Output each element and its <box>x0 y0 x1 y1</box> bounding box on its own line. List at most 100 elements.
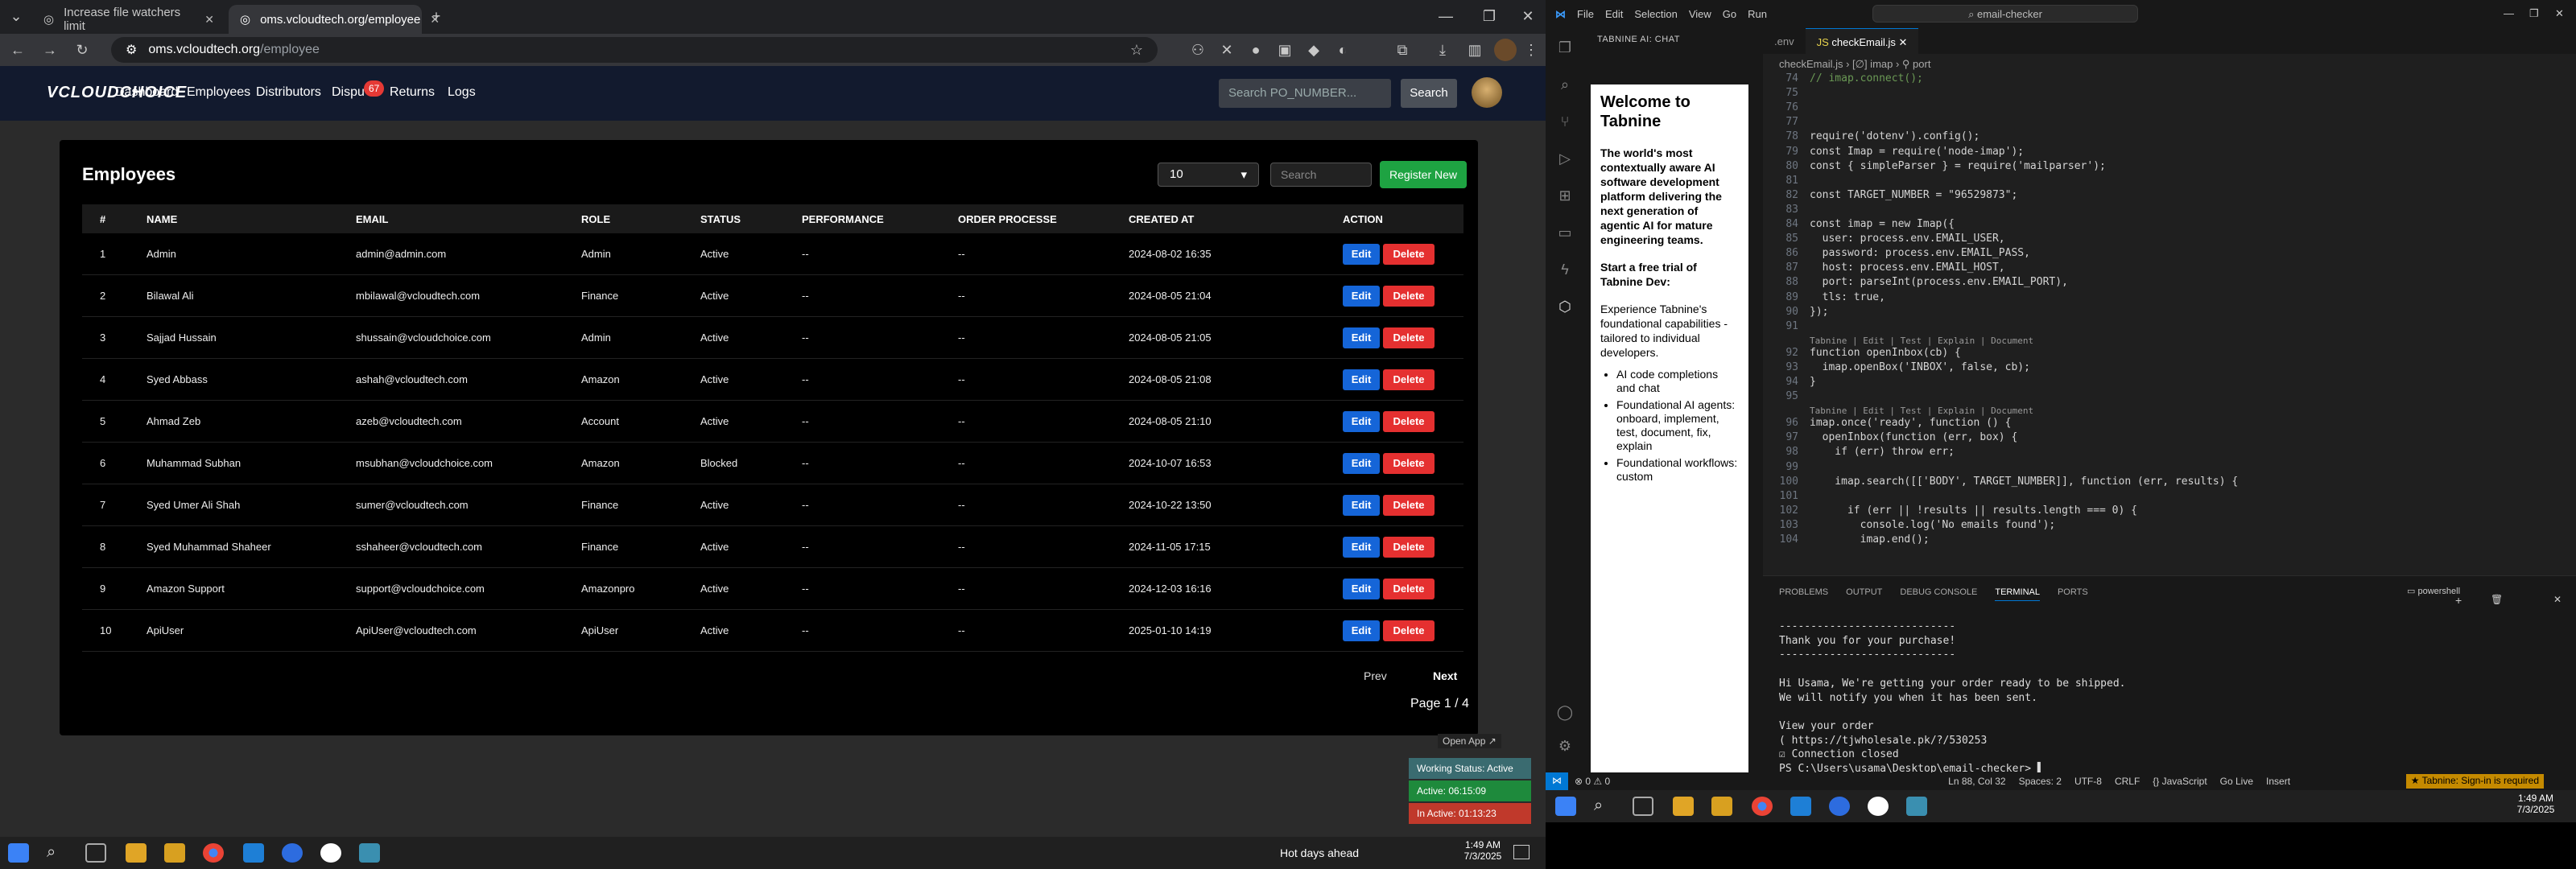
accounts-icon[interactable]: ◯ <box>1555 702 1575 722</box>
po-search-button[interactable]: Search <box>1401 79 1457 108</box>
menu-kebab-icon[interactable]: ⋮ <box>1521 40 1541 60</box>
vscode-icon[interactable] <box>1790 797 1811 816</box>
extension-icon[interactable]: ◆ <box>1304 40 1323 60</box>
edit-button[interactable]: Edit <box>1343 620 1380 641</box>
file-explorer-icon[interactable] <box>1673 797 1694 816</box>
trash-icon[interactable]: 🗑 <box>2491 594 2503 605</box>
store-icon[interactable] <box>1711 797 1732 816</box>
panel-tab-output[interactable]: OUTPUT <box>1846 587 1882 601</box>
edit-button[interactable]: Edit <box>1343 452 1380 474</box>
tabnine-icon[interactable]: ⬡ <box>1555 297 1575 316</box>
notification-icon[interactable] <box>1513 845 1530 859</box>
edit-button[interactable]: Edit <box>1343 494 1380 516</box>
app-icon[interactable] <box>1868 797 1889 816</box>
source-control-icon[interactable]: ⑂ <box>1555 112 1575 131</box>
nav-employees[interactable]: Employees <box>187 85 250 100</box>
delete-button[interactable]: Delete <box>1383 536 1435 558</box>
start-icon[interactable] <box>8 843 29 863</box>
delete-button[interactable]: Delete <box>1383 243 1435 265</box>
edit-button[interactable]: Edit <box>1343 410 1380 432</box>
store-icon[interactable] <box>164 843 185 863</box>
profile-avatar[interactable] <box>1494 39 1517 61</box>
start-icon[interactable] <box>1555 797 1576 816</box>
menu-selection[interactable]: Selection <box>1634 8 1677 20</box>
delete-button[interactable]: Delete <box>1383 410 1435 432</box>
next-page-button[interactable]: Next <box>1433 669 1457 682</box>
po-search-input[interactable]: Search PO_NUMBER... <box>1219 79 1391 108</box>
extension-icon[interactable]: ✕ <box>1217 40 1236 60</box>
search-icon[interactable]: ⌕ <box>1594 797 1615 816</box>
sidebar-icon[interactable]: ▥ <box>1465 40 1484 60</box>
breadcrumb[interactable]: checkEmail.js › [∅] imap › ⚲ port <box>1779 58 1930 71</box>
vscode-icon[interactable] <box>243 843 264 863</box>
delete-button[interactable]: Delete <box>1383 285 1435 307</box>
close-tab-icon[interactable]: ✕ <box>1898 36 1907 48</box>
edit-button[interactable]: Edit <box>1343 578 1380 599</box>
minimize-icon[interactable]: — <box>2504 7 2514 19</box>
panel-tab-ports[interactable]: PORTS <box>2058 587 2088 601</box>
settings-gear-icon[interactable]: ⚙ <box>1555 736 1575 756</box>
chrome-icon[interactable] <box>203 843 224 863</box>
go-live-button[interactable]: Go Live <box>2220 776 2253 787</box>
cursor-position[interactable]: Ln 88, Col 32 <box>1948 776 2005 787</box>
forward-icon[interactable]: → <box>40 40 60 60</box>
edit-button[interactable]: Edit <box>1343 243 1380 265</box>
nav-disputes[interactable]: Dispu <box>332 85 365 100</box>
clock[interactable]: 1:49 AM 7/3/2025 <box>1459 839 1507 862</box>
delete-button[interactable]: Delete <box>1383 452 1435 474</box>
explorer-icon[interactable]: ❐ <box>1555 38 1575 57</box>
delete-button[interactable]: Delete <box>1383 369 1435 390</box>
app-icon[interactable] <box>359 843 380 863</box>
nav-dashboard[interactable]: Dashboard <box>115 85 178 100</box>
menu-run[interactable]: Run <box>1748 8 1767 20</box>
edit-button[interactable]: Edit <box>1343 369 1380 390</box>
prev-page-button[interactable]: Prev <box>1364 669 1387 682</box>
extension-icon[interactable]: ▣ <box>1275 40 1294 60</box>
delete-button[interactable]: Delete <box>1383 620 1435 641</box>
page-size-select[interactable]: 10 ▾ <box>1158 163 1259 187</box>
user-avatar[interactable] <box>1472 77 1502 108</box>
encoding[interactable]: UTF-8 <box>2074 776 2102 787</box>
maximize-icon[interactable]: ❐ <box>2529 7 2539 20</box>
close-window-icon[interactable]: ✕ <box>2555 7 2564 20</box>
file-explorer-icon[interactable] <box>126 843 147 863</box>
open-app-button[interactable]: Open App ↗ <box>1438 734 1501 748</box>
line-endings[interactable]: CRLF <box>2115 776 2140 787</box>
browser-tab-1[interactable]: ◎ Increase file watchers limit ✕ <box>32 5 225 34</box>
register-new-button[interactable]: Register New <box>1380 161 1467 188</box>
nav-returns[interactable]: Returns <box>390 85 435 100</box>
panel-tab-problems[interactable]: PROBLEMS <box>1779 587 1828 601</box>
weather-widget[interactable]: Hot days ahead <box>1280 846 1359 859</box>
run-debug-icon[interactable]: ▷ <box>1555 149 1575 168</box>
remote-indicator-icon[interactable]: ⋈ <box>1546 772 1568 790</box>
employee-search-input[interactable]: Search <box>1270 163 1372 187</box>
nav-logs[interactable]: Logs <box>448 85 476 100</box>
problems-count[interactable]: ⊗ 0 ⚠ 0 <box>1575 776 1610 787</box>
edit-button[interactable]: Edit <box>1343 327 1380 348</box>
task-view-icon[interactable] <box>85 843 106 863</box>
zoom-icon[interactable] <box>1829 797 1850 816</box>
zoom-icon[interactable] <box>282 843 303 863</box>
chrome-icon[interactable] <box>1752 797 1773 816</box>
reload-icon[interactable]: ↻ <box>72 40 92 60</box>
minimize-icon[interactable]: — <box>1436 6 1455 26</box>
browser-tab-2[interactable]: ◎ oms.vcloudtech.org/employee ✕ <box>229 5 440 34</box>
download-icon[interactable]: ⤓ <box>1433 40 1452 60</box>
delete-button[interactable]: Delete <box>1383 494 1435 516</box>
menu-go[interactable]: Go <box>1723 8 1736 20</box>
edit-button[interactable]: Edit <box>1343 536 1380 558</box>
panel-tab-debug-console[interactable]: DEBUG CONSOLE <box>1900 587 1977 601</box>
command-center[interactable]: ⌕ email-checker <box>1872 5 2138 23</box>
new-terminal-icon[interactable]: + <box>2455 594 2462 607</box>
delete-button[interactable]: Delete <box>1383 578 1435 599</box>
panel-tab-terminal[interactable]: TERMINAL <box>1995 587 2040 601</box>
tab-list-icon[interactable]: ⌄ <box>6 6 26 26</box>
menu-file[interactable]: File <box>1577 8 1594 20</box>
bookmark-star-icon[interactable]: ☆ <box>1127 40 1146 60</box>
search-icon[interactable]: ⌕ <box>1555 75 1575 94</box>
terminal-output[interactable]: ---------------------------- Thank you f… <box>1779 620 2125 776</box>
maximize-icon[interactable]: ❐ <box>1480 6 1499 26</box>
address-bar[interactable]: ⚙ oms.vcloudtech.org/employee <box>111 37 1158 63</box>
extension-icon[interactable]: ⚇ <box>1188 40 1208 60</box>
extensions-icon[interactable]: ⊞ <box>1555 186 1575 205</box>
